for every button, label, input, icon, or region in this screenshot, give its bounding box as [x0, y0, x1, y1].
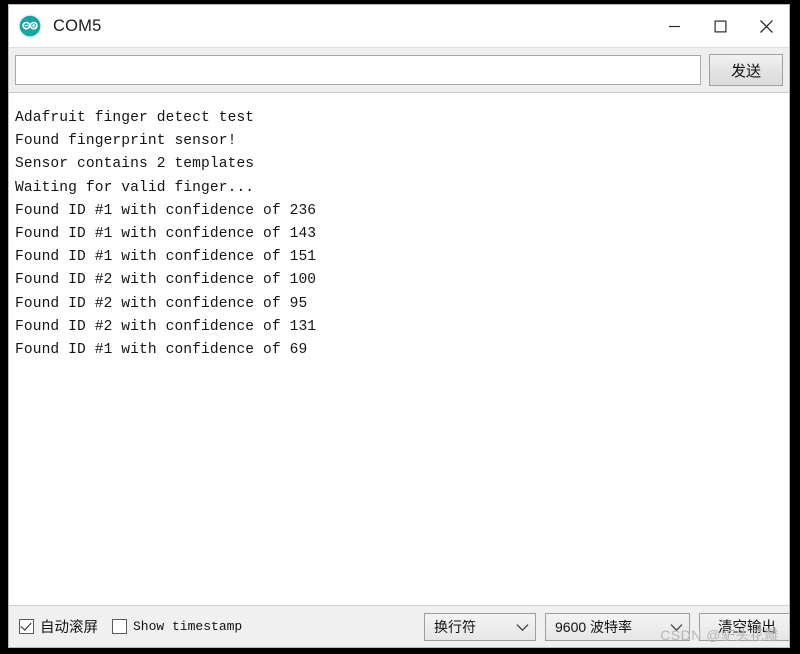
console-line: Found fingerprint sensor!: [15, 133, 237, 150]
window-title: COM5: [53, 16, 102, 35]
console-line: Sensor contains 2 templates: [15, 156, 255, 173]
console-line: Found ID #1 with confidence of 151: [15, 249, 317, 266]
console-output-area[interactable]: Adafruit finger detect test Found fingerp…: [9, 93, 789, 605]
clear-output-button[interactable]: 清空输出: [699, 612, 789, 641]
autoscroll-checkbox-group[interactable]: 自动滚屏: [19, 616, 98, 637]
console-lines: Adafruit finger detect test Found fingerp…: [15, 107, 789, 362]
console-line: Found ID #2 with confidence of 95: [15, 295, 308, 312]
show-timestamp-label: Show timestamp: [133, 619, 243, 634]
baud-rate-value: 9600 波特率: [555, 618, 633, 635]
send-input[interactable]: [15, 55, 701, 85]
show-timestamp-checkbox[interactable]: [112, 619, 127, 634]
console-line: Found ID #2 with confidence of 100: [15, 272, 317, 289]
console-line: Waiting for valid finger...: [15, 179, 255, 196]
line-ending-value: 换行符: [434, 618, 476, 635]
line-ending-dropdown[interactable]: 换行符: [424, 612, 536, 641]
status-bar: 自动滚屏 Show timestamp 换行符 9600 波特率 清空输出 CS…: [9, 605, 789, 647]
chevron-down-icon: [516, 619, 529, 635]
window-controls: [651, 5, 789, 47]
minimize-button[interactable]: [651, 5, 697, 47]
close-button[interactable]: [743, 5, 789, 47]
send-button[interactable]: 发送: [709, 54, 783, 86]
baud-rate-dropdown[interactable]: 9600 波特率: [545, 612, 690, 641]
console-line: Found ID #1 with confidence of 236: [15, 202, 317, 219]
serial-monitor-window: COM5 发送 Adafruit finger detect test Foun…: [8, 4, 790, 648]
title-bar: COM5: [9, 5, 789, 47]
status-bar-controls: 换行符 9600 波特率 清空输出: [415, 612, 789, 641]
console-line: Found ID #1 with confidence of 69: [15, 341, 308, 358]
autoscroll-checkbox[interactable]: [19, 619, 34, 634]
arduino-logo-icon: [17, 13, 43, 39]
send-row: 发送: [9, 47, 789, 93]
maximize-button[interactable]: [697, 5, 743, 47]
console-line: Found ID #1 with confidence of 143: [15, 225, 317, 242]
console-line: Adafruit finger detect test: [15, 110, 255, 126]
show-timestamp-checkbox-group[interactable]: Show timestamp: [112, 619, 242, 634]
console-line: Found ID #2 with confidence of 131: [15, 318, 317, 335]
autoscroll-label: 自动滚屏: [40, 620, 98, 636]
chevron-down-icon: [670, 619, 683, 635]
